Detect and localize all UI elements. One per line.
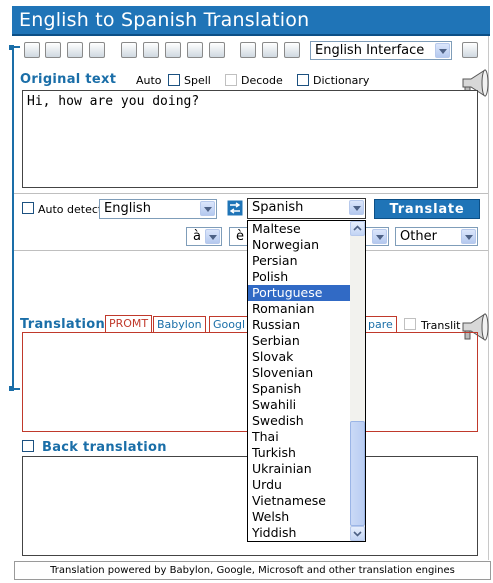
dropdown-option[interactable]: Urdu [248, 477, 351, 493]
spell-label: Spell [184, 74, 211, 87]
dropdown-option[interactable]: Polish [248, 269, 351, 285]
target-language-select[interactable]: Spanish [247, 198, 366, 219]
divider [14, 193, 488, 194]
original-text-input[interactable] [22, 90, 478, 188]
translation-label: Translation [20, 317, 106, 332]
app-title: English to Spanish Translation [19, 9, 310, 31]
original-text-label: Original text [20, 72, 117, 87]
dropdown-option[interactable]: Turkish [248, 445, 351, 461]
source-language-select[interactable]: English [99, 199, 217, 219]
special-char-select-1[interactable]: à [186, 227, 222, 246]
back-translation-checkbox[interactable] [22, 440, 34, 452]
dropdown-option[interactable]: Slovak [248, 349, 351, 365]
auto-detect-checkbox[interactable] [22, 202, 34, 214]
settings-icon[interactable] [462, 42, 478, 58]
tab-google[interactable]: Googl [209, 316, 250, 333]
dropdown-option[interactable]: Norwegian [248, 237, 351, 253]
dropdown-option[interactable]: Serbian [248, 333, 351, 349]
chevron-down-icon[interactable] [435, 43, 450, 58]
decode-checkbox[interactable] [225, 74, 237, 86]
dropdown-option[interactable]: Slovenian [248, 365, 351, 381]
other-chars-select[interactable]: Other [395, 227, 478, 246]
title-bar: English to Spanish Translation [12, 6, 490, 36]
dictionary-checkbox[interactable] [297, 74, 309, 86]
special-char-1-value: à [193, 229, 201, 244]
spell-check-icon[interactable] [143, 42, 159, 58]
dropdown-option[interactable]: Persian [248, 253, 351, 269]
help-icon[interactable] [284, 42, 300, 58]
auto-label: Auto [136, 74, 162, 87]
right-border [488, 36, 489, 560]
dropdown-option[interactable]: Swahili [248, 397, 351, 413]
virtual-keyboard-icon[interactable] [209, 42, 225, 58]
tab-compare[interactable]: pare [364, 316, 397, 333]
chevron-down-icon[interactable] [205, 229, 220, 244]
target-language-dropdown[interactable]: Maltese Norwegian Persian Polish Portuguese R… [247, 220, 366, 542]
translit-label: Translit [421, 319, 461, 332]
scrollbar-thumb[interactable] [350, 421, 365, 526]
print-result-icon[interactable] [240, 42, 256, 58]
scroll-down-button[interactable] [350, 526, 365, 541]
back-translation-label: Back translation [42, 440, 167, 455]
chevron-down-icon[interactable] [461, 229, 476, 244]
translit-checkbox[interactable] [404, 318, 416, 330]
chevron-down-icon[interactable] [372, 229, 387, 244]
interface-select[interactable]: English Interface [310, 41, 452, 60]
chevron-down-icon [353, 531, 362, 537]
dropdown-option[interactable]: Maltese [248, 221, 351, 237]
chevron-up-icon [353, 225, 362, 231]
chevron-down-icon[interactable] [349, 200, 364, 215]
print-icon[interactable] [45, 42, 61, 58]
dropdown-option[interactable]: Portuguese [248, 285, 351, 301]
spell-checkbox[interactable] [168, 74, 180, 86]
options-icon[interactable] [187, 42, 203, 58]
keyboard-icon[interactable] [165, 42, 181, 58]
target-language-value: Spanish [252, 200, 304, 215]
tab-babylon[interactable]: Babylon [153, 316, 206, 333]
image-icon[interactable] [262, 42, 278, 58]
dropdown-items: Maltese Norwegian Persian Polish Portuguese R… [248, 221, 351, 541]
dropdown-option[interactable]: Thai [248, 429, 351, 445]
delete-icon[interactable] [89, 42, 105, 58]
other-chars-value: Other [400, 229, 437, 244]
bracket-dot-bottom [9, 386, 14, 391]
decode-label: Decode [241, 74, 283, 87]
dropdown-option[interactable]: Spanish [248, 381, 351, 397]
dropdown-option[interactable]: Romanian [248, 301, 351, 317]
special-char-2-value: è [236, 229, 244, 244]
dropdown-option[interactable]: Russian [248, 317, 351, 333]
translate-button[interactable]: Translate [374, 199, 480, 219]
bracket-dot-top [9, 45, 14, 50]
footer: Translation powered by Babylon, Google, … [14, 561, 491, 580]
new-document-icon[interactable] [24, 42, 40, 58]
dictionary-icon[interactable] [121, 42, 137, 58]
dropdown-option[interactable]: Yiddish [248, 525, 351, 541]
source-language-value: English [104, 201, 151, 216]
dictionary-label: Dictionary [313, 74, 370, 87]
dropdown-option[interactable]: Ukrainian [248, 461, 351, 477]
tab-promt[interactable]: PROMT [105, 315, 153, 333]
dropdown-scrollbar[interactable] [350, 221, 365, 541]
panel-bracket [12, 46, 14, 390]
dropdown-option[interactable]: Swedish [248, 413, 351, 429]
swap-languages-icon[interactable] [227, 200, 243, 216]
auto-detect-label: Auto detect [38, 203, 103, 216]
interface-select-value: English Interface [315, 43, 425, 58]
dropdown-option[interactable]: Welsh [248, 509, 351, 525]
cut-icon[interactable] [67, 42, 83, 58]
dropdown-option[interactable]: Vietnamese [248, 493, 351, 509]
chevron-down-icon[interactable] [200, 201, 215, 216]
scroll-up-button[interactable] [350, 221, 365, 236]
